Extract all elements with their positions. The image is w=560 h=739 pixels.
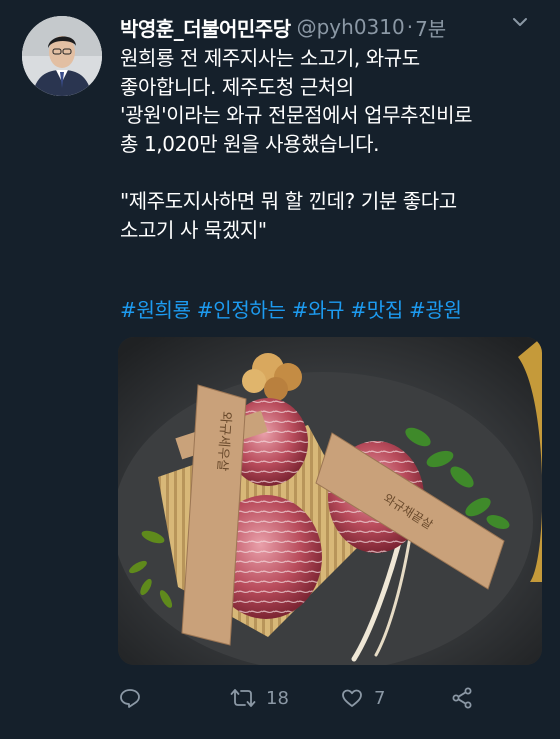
share-icon [452, 687, 472, 709]
tweet-text: 원희룡 전 제주지사는 소고기, 와규도 좋아합니다. 제주도청 근처의 '광원… [120, 44, 540, 244]
separator-dot: · [406, 15, 414, 39]
more-options-button[interactable] [506, 10, 534, 34]
retweet-count: 18 [266, 687, 289, 709]
tweet-actions: 18 7 [118, 680, 498, 716]
like-count: 7 [374, 687, 386, 709]
retweet-button[interactable]: 18 [230, 686, 289, 710]
tweet-photo[interactable]: 와규세우살 와규채끝살 [118, 337, 542, 665]
quote-line: 소고기 사 묵겠지" [120, 217, 267, 242]
author-handle[interactable]: @pyh0310 [297, 15, 405, 39]
tweet-line: 원희룡 전 제주지사는 소고기, 와규도 [120, 46, 420, 70]
avatar[interactable] [22, 16, 102, 96]
hashtag-link[interactable]: #맛집 [350, 298, 403, 322]
tweet-timestamp[interactable]: 7분 [415, 13, 446, 42]
like-button[interactable]: 7 [340, 686, 385, 710]
share-button[interactable] [450, 686, 474, 710]
hashtag-link[interactable]: #인정하는 [197, 298, 286, 322]
wagyu-photo: 와규세우살 와규채끝살 [118, 337, 542, 665]
heart-icon [342, 689, 362, 707]
avatar-image [22, 16, 102, 96]
hashtag-link[interactable]: #와규 [292, 298, 345, 322]
tweet-line: 총 1,020만 원을 사용했습니다. [120, 131, 380, 156]
hashtag-link[interactable]: #광원 [409, 298, 462, 322]
chevron-down-icon [513, 18, 527, 26]
quote-line: "제주도지사하면 뭐 할 낀데? 기분 좋다고 [120, 188, 457, 213]
author-name[interactable]: 박영훈_더불어민주당 [120, 13, 291, 42]
tweet-header: 박영훈_더불어민주당 @pyh0310 · 7분 [120, 12, 530, 42]
retweet-icon [230, 689, 256, 707]
tweet-line: 좋아합니다. 제주도청 근처의 [120, 74, 354, 99]
tweet-line: '광원'이라는 와규 전문점에서 업무추진비로 [120, 103, 473, 128]
hashtag-link[interactable]: #원희룡 [120, 298, 191, 322]
hashtags: #원희룡 #인정하는 #와규 #맛집 #광원 [120, 296, 468, 324]
reply-icon [120, 689, 140, 708]
reply-button[interactable] [118, 686, 152, 710]
